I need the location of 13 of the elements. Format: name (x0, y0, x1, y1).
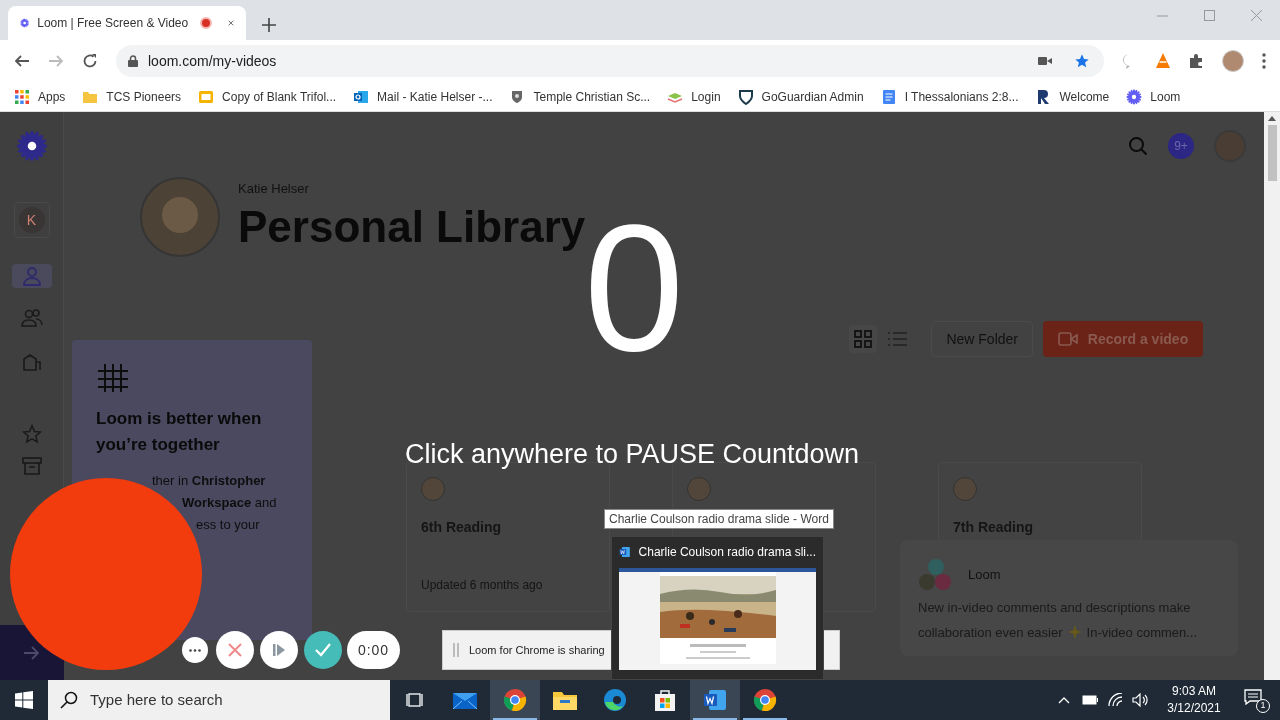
promo-title: Loom is better when you’re together (96, 408, 263, 456)
url-text: loom.com/my-videos (148, 51, 277, 71)
promo-text: Workspace and (182, 494, 278, 512)
page-title: Personal Library (238, 200, 586, 253)
preview-title: Charlie Coulson radio drama sli... (638, 544, 816, 561)
tooltip: Charlie Coulson radio drama slide - Word (604, 509, 834, 529)
sharing-text: Loom for Chrome is sharing (469, 642, 605, 658)
tab-title: Loom | Free Screen & Video (37, 15, 189, 32)
notification-count: 1 (1256, 699, 1270, 713)
promo-text: ess to your (196, 516, 261, 534)
recording-timer: 0:00 (347, 631, 400, 669)
countdown-number: 0 (583, 198, 685, 378)
promo-text: ther in Christopher (152, 472, 267, 490)
